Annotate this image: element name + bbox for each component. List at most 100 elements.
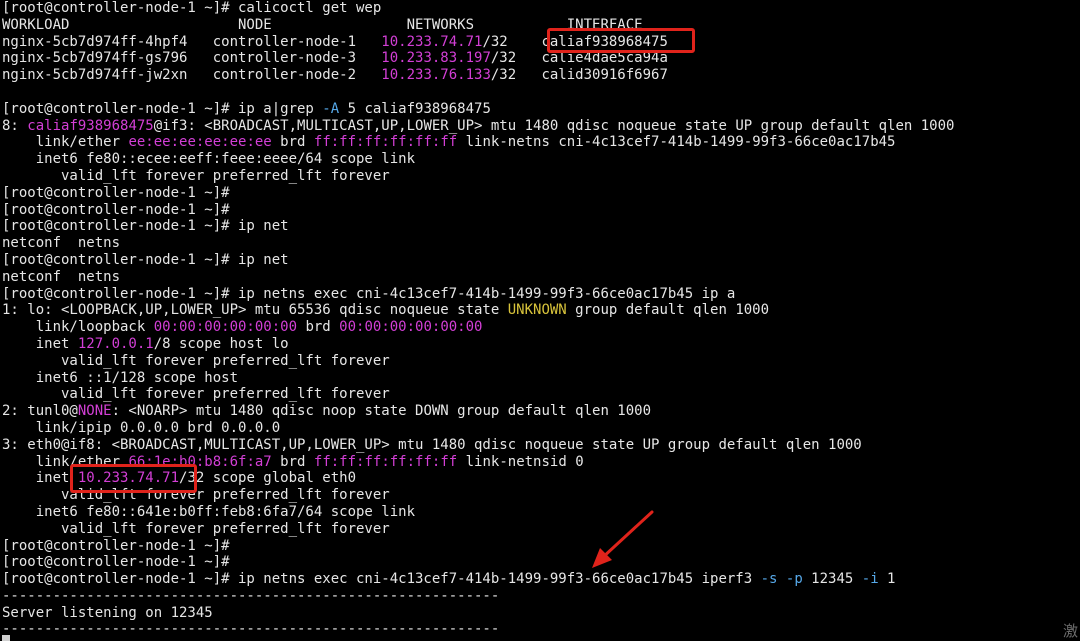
terminal-line: [root@controller-node-1 ~]# xyxy=(2,185,1078,202)
terminal-text-segment: group default qlen 1000 xyxy=(566,302,770,319)
terminal-line: 8: caliaf938968475@if3: <BROADCAST,MULTI… xyxy=(2,118,1078,135)
terminal-text-segment: /32 scope global eth0 xyxy=(179,470,357,487)
terminal-text-segment: 12345 xyxy=(802,571,862,588)
terminal-text-segment: [root@controller-node-1 ~]# xyxy=(2,184,230,201)
terminal-text-segment: ff:ff:ff:ff:ff:ff xyxy=(313,134,458,151)
terminal-text-segment: 10.233.74.71 xyxy=(381,33,483,50)
terminal-text-segment: inet6 fe80::641e:b0ff:feb8:6fa7/64 scope… xyxy=(2,503,416,520)
terminal-text-segment: /8 scope host lo xyxy=(153,335,289,352)
terminal-text-segment: [root@controller-node-1 ~]# calicoctl ge… xyxy=(2,0,382,16)
terminal-text-segment: nginx-5cb7d974ff-gs796 controller-node-3 xyxy=(2,50,382,67)
terminal-line: inet6 fe80::641e:b0ff:feb8:6fa7/64 scope… xyxy=(2,504,1078,521)
terminal-line: inet6 ::1/128 scope host xyxy=(2,370,1078,387)
terminal-line: [root@controller-node-1 ~]# xyxy=(2,538,1078,555)
terminal-line: 2: tunl0@NONE: <NOARP> mtu 1480 qdisc no… xyxy=(2,403,1078,420)
terminal-line: ----------------------------------------… xyxy=(2,621,1078,638)
terminal-text-segment: @if3: <BROADCAST,MULTICAST,UP,LOWER_UP> … xyxy=(153,117,955,134)
terminal-line: valid_lft forever preferred_lft forever xyxy=(2,386,1078,403)
terminal-line: nginx-5cb7d974ff-gs796 controller-node-3… xyxy=(2,50,1078,67)
terminal-text-segment: ee:ee:ee:ee:ee:ee xyxy=(128,134,272,151)
terminal-text-segment: caliaf938968475 xyxy=(27,117,154,134)
terminal-line: WORKLOAD NODE NETWORKS INTERFACE xyxy=(2,17,1078,34)
terminal-cursor-icon xyxy=(2,635,10,641)
terminal-text-segment: 00:00:00:00:00:00 xyxy=(339,319,483,336)
terminal-line: inet6 fe80::ecee:eeff:feee:eeee/64 scope… xyxy=(2,151,1078,168)
terminal-text-segment: link/ether xyxy=(2,134,129,151)
terminal-text-segment: netconf netns xyxy=(2,235,121,252)
terminal-line: 3: eth0@if8: <BROADCAST,MULTICAST,UP,LOW… xyxy=(2,437,1078,454)
terminal-line: [root@controller-node-1 ~]# xyxy=(2,554,1078,571)
terminal-line: valid_lft forever preferred_lft forever xyxy=(2,353,1078,370)
terminal-line: netconf netns xyxy=(2,269,1078,286)
terminal-text-segment: 00:00:00:00:00:00 xyxy=(153,319,298,336)
terminal-line: valid_lft forever preferred_lft forever xyxy=(2,168,1078,185)
terminal-text-segment: -A xyxy=(322,100,340,117)
terminal-line: [root@controller-node-1 ~]# ip net xyxy=(2,252,1078,269)
highlight-box-interface xyxy=(547,28,695,53)
terminal-text-segment: valid_lft forever preferred_lft forever xyxy=(2,352,390,369)
terminal-text-segment: 10.233.83.197 xyxy=(381,50,491,67)
terminal-text-segment: [root@controller-node-1 ~]# ip netns exe… xyxy=(2,285,736,302)
terminal-text-segment: inet6 ::1/128 scope host xyxy=(2,369,239,386)
terminal-text-segment: brd xyxy=(271,134,314,151)
terminal-text-segment: [root@controller-node-1 ~]# xyxy=(2,201,230,218)
terminal-text-segment: 2: tunl0@ xyxy=(2,403,78,420)
terminal-line: [root@controller-node-1 ~]# ip net xyxy=(2,218,1078,235)
terminal-text-segment: valid_lft forever preferred_lft forever xyxy=(2,520,390,537)
terminal-text-segment: NONE xyxy=(77,403,112,420)
terminal-text-segment: nginx-5cb7d974ff-4hpf4 controller-node-1 xyxy=(2,33,382,50)
highlight-box-inet-address xyxy=(70,464,197,493)
terminal-text-segment: -s xyxy=(760,571,778,588)
terminal-line: valid_lft forever preferred_lft forever xyxy=(2,521,1078,538)
terminal-text-segment: 127.0.0.1 xyxy=(77,335,154,352)
terminal-text-segment: 10.233.76.133 xyxy=(381,67,491,84)
terminal-line: link/ether ee:ee:ee:ee:ee:ee brd ff:ff:f… xyxy=(2,134,1078,151)
terminal-line: ----------------------------------------… xyxy=(2,588,1078,605)
terminal-line: [root@controller-node-1 ~]# xyxy=(2,202,1078,219)
terminal-text-segment: 3: eth0@if8: <BROADCAST,MULTICAST,UP,LOW… xyxy=(2,436,862,453)
terminal-text-segment: ----------------------------------------… xyxy=(2,621,500,638)
terminal-text-segment: [root@controller-node-1 ~]# ip a|grep xyxy=(2,100,323,117)
terminal-text-segment: [root@controller-node-1 ~]# xyxy=(2,537,230,554)
terminal-text-segment: UNKNOWN xyxy=(507,302,567,319)
terminal-line: 1: lo: <LOOPBACK,UP,LOWER_UP> mtu 65536 … xyxy=(2,302,1078,319)
terminal-text-segment: inet xyxy=(2,470,78,487)
terminal-line: nginx-5cb7d974ff-4hpf4 controller-node-1… xyxy=(2,34,1078,51)
terminal-text-segment: -i xyxy=(861,571,879,588)
terminal-output[interactable]: [root@controller-node-1 ~]# calicoctl ge… xyxy=(2,0,1078,641)
terminal-text-segment: 5 caliaf938968475 xyxy=(339,100,491,117)
terminal-line: netconf netns xyxy=(2,235,1078,252)
terminal-text-segment: -p xyxy=(785,571,803,588)
terminal-text-segment: netconf netns xyxy=(2,268,121,285)
terminal-text-segment: link-netnsid 0 xyxy=(457,453,584,470)
terminal-text-segment: ----------------------------------------… xyxy=(2,587,500,604)
terminal-text-segment: /32 calid30916f6967 xyxy=(490,67,668,84)
terminal-text-segment: brd xyxy=(271,453,314,470)
terminal-text-segment: [root@controller-node-1 ~]# xyxy=(2,554,230,571)
terminal-text-segment: : <NOARP> mtu 1480 qdisc noop state DOWN… xyxy=(111,403,652,420)
terminal-text-segment: inet xyxy=(2,335,78,352)
terminal-text-segment: brd xyxy=(297,319,340,336)
terminal-line: link/loopback 00:00:00:00:00:00 brd 00:0… xyxy=(2,319,1078,336)
terminal-text-segment: link-netns cni-4c13cef7-414b-1499-99f3-6… xyxy=(457,134,896,151)
terminal-line: [root@controller-node-1 ~]# ip a|grep -A… xyxy=(2,101,1078,118)
terminal-line: [root@controller-node-1 ~]# ip netns exe… xyxy=(2,286,1078,303)
terminal-line: [root@controller-node-1 ~]# calicoctl ge… xyxy=(2,0,1078,17)
terminal-line: Server listening on 12345 xyxy=(2,605,1078,622)
terminal-line: nginx-5cb7d974ff-jw2xn controller-node-2… xyxy=(2,67,1078,84)
terminal-line: [root@controller-node-1 ~]# ip netns exe… xyxy=(2,571,1078,588)
terminal-line: link/ipip 0.0.0.0 brd 0.0.0.0 xyxy=(2,420,1078,437)
watermark-text: 激 xyxy=(1062,622,1078,640)
terminal-text-segment: [root@controller-node-1 ~]# ip net xyxy=(2,251,289,268)
terminal-text-segment: link/ipip 0.0.0.0 brd 0.0.0.0 xyxy=(2,419,281,436)
terminal-text-segment: [root@controller-node-1 ~]# ip netns exe… xyxy=(2,571,761,588)
terminal-text-segment: ff:ff:ff:ff:ff:ff xyxy=(313,453,458,470)
terminal-text-segment: nginx-5cb7d974ff-jw2xn controller-node-2 xyxy=(2,67,382,84)
terminal-text-segment: Server listening on 12345 xyxy=(2,604,213,621)
terminal-text-segment: valid_lft forever preferred_lft forever xyxy=(2,386,390,403)
red-arrow-icon xyxy=(592,510,654,568)
terminal-text-segment: link/loopback xyxy=(2,319,154,336)
terminal-text-segment: [root@controller-node-1 ~]# ip net xyxy=(2,218,289,235)
